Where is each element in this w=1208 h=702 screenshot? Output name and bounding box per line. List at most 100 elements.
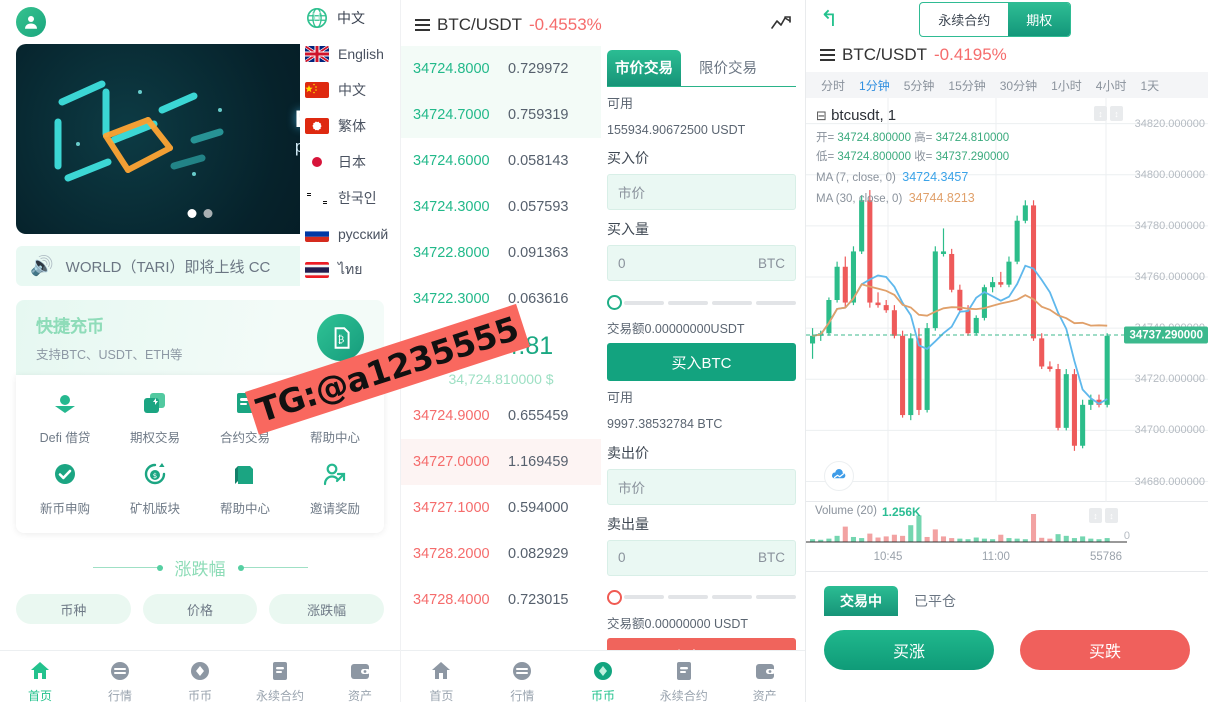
price-tick: 34820.000000 <box>1134 117 1205 130</box>
slider-knob[interactable] <box>607 589 622 605</box>
rank-col-symbol[interactable]: 币种 <box>16 594 131 624</box>
language-menu[interactable]: 中文 English 中文 繁体 日本 한국인 русский ไทย <box>300 0 400 300</box>
exchange-header: BTC/USDT -0.4553% <box>401 6 805 44</box>
candlestick-chart[interactable]: ⊟ btcusdt, 1 开= 34724.800000 高= 34724.81… <box>806 98 1208 502</box>
buy-down-button[interactable]: 买跌 <box>1020 630 1190 670</box>
period-timeline[interactable]: 分时 <box>814 77 852 94</box>
buy-amount-slider[interactable] <box>607 295 796 311</box>
segment-perpetual[interactable]: 永续合约 <box>920 3 1008 36</box>
nav-coin[interactable]: 币币 <box>160 659 240 702</box>
tab-market-order[interactable]: 市价交易 <box>607 50 681 86</box>
sell-amount-input[interactable]: 0 BTC <box>607 539 796 576</box>
slider-track[interactable] <box>624 300 796 305</box>
sell-amount-label: 卖出量 <box>607 515 649 532</box>
feature-mining[interactable]: $ 矿机版块 <box>110 460 200 517</box>
order-book-row[interactable]: 34727.1000 0.594000 <box>401 485 601 531</box>
nav-market[interactable]: 行情 <box>80 659 160 702</box>
nav-coin[interactable]: 币币 <box>563 659 644 702</box>
volume-value: 1.256K <box>882 505 921 519</box>
language-item-korean[interactable]: 한국인 <box>300 180 400 216</box>
order-book-row[interactable]: 34727.0000 1.169459 <box>401 439 601 485</box>
buy-amount-value: 0 <box>618 255 626 271</box>
slider-track[interactable] <box>624 595 796 599</box>
period-1m[interactable]: 1分钟 <box>852 77 897 94</box>
language-current[interactable]: 中文 <box>300 0 400 36</box>
slider-knob[interactable] <box>607 295 622 311</box>
collapse-icon[interactable]: ⊟ <box>816 108 827 123</box>
feature-new-coin[interactable]: 新币申购 <box>20 460 110 517</box>
feature-invite-reward[interactable]: 邀请奖励 <box>290 460 380 517</box>
sell-price-input[interactable]: 市价 <box>607 468 796 505</box>
rank-col-price[interactable]: 价格 <box>142 594 258 624</box>
order-book-row[interactable]: 34724.6000 0.058143 <box>401 138 601 184</box>
segment-options[interactable]: 期权 <box>1008 2 1071 36</box>
legend-high: 34724.810000 <box>935 131 1010 144</box>
avatar[interactable] <box>16 7 46 37</box>
order-book-row[interactable]: 34724.8000 0.729972 <box>401 46 601 92</box>
order-book-row[interactable]: 34724.3000 0.057593 <box>401 184 601 230</box>
order-book-row[interactable]: 34728.2000 0.082929 <box>401 531 601 577</box>
tab-limit-order[interactable]: 限价交易 <box>691 50 765 86</box>
bid-qty: 0.057593 <box>508 199 569 215</box>
feature-label: 帮助中心 <box>219 502 270 516</box>
buy-up-button[interactable]: 买涨 <box>824 630 994 670</box>
buy-price-input[interactable]: 市价 <box>607 174 796 211</box>
trade-form: 市价交易 限价交易 可用 155934.90672500 USDT 买入价 市价… <box>601 50 805 676</box>
period-5m[interactable]: 5分钟 <box>897 77 942 94</box>
banner-dot-1[interactable] <box>187 209 197 218</box>
nav-label: 永续合约 <box>659 689 708 702</box>
buy-price-value: 市价 <box>618 186 645 202</box>
feature-help-center[interactable]: 帮助中心 <box>200 460 290 517</box>
order-book-row[interactable]: 34728.4000 0.723015 <box>401 577 601 623</box>
period-1h[interactable]: 1小时 <box>1044 77 1089 94</box>
volume-scale-buttons[interactable]: ↕ ↕ <box>1089 508 1118 523</box>
back-arrow-icon[interactable]: ↰ <box>820 8 838 30</box>
buy-amount-input[interactable]: 0 BTC <box>607 245 796 282</box>
exchange-pair[interactable]: BTC/USDT <box>437 15 522 35</box>
menu-icon[interactable] <box>820 49 835 61</box>
rank-col-change[interactable]: 涨跌幅 <box>269 594 385 624</box>
scale-up-icon[interactable]: ↕ <box>1089 508 1102 523</box>
period-15m[interactable]: 15分钟 <box>941 77 992 94</box>
nav-assets[interactable]: 资产 <box>320 659 400 702</box>
price-axis[interactable]: 34820.000000 34800.000000 34780.000000 3476… <box>1116 98 1208 501</box>
buy-button[interactable]: 买入BTC <box>607 343 796 382</box>
bid-price: 34722.3000 <box>413 291 490 307</box>
language-item-thai[interactable]: ไทย <box>300 252 400 288</box>
cloud-indicator-button[interactable] <box>824 461 854 491</box>
order-book-row[interactable]: 34722.8000 0.091363 <box>401 230 601 276</box>
language-item-traditional[interactable]: 繁体 <box>300 108 400 144</box>
trend-chart-icon[interactable] <box>771 15 791 36</box>
order-book-row[interactable]: 34724.7000 0.759319 <box>401 92 601 138</box>
nav-contract[interactable]: 永续合约 <box>240 659 320 702</box>
nav-contract[interactable]: 永续合约 <box>643 659 724 702</box>
menu-icon[interactable] <box>415 19 430 31</box>
language-item-english[interactable]: English <box>300 36 400 72</box>
nav-home[interactable]: 首页 <box>0 659 80 702</box>
sell-amount-slider[interactable] <box>607 589 796 605</box>
home-panel: Efficient professional 🔊 WORLD（TARI）即将上线… <box>0 0 400 702</box>
nav-market[interactable]: 行情 <box>482 659 563 702</box>
help-center-icon <box>230 460 260 490</box>
period-1d[interactable]: 1天 <box>1133 77 1166 94</box>
scale-down-icon[interactable]: ↕ <box>1105 508 1118 523</box>
feature-options-trade[interactable]: 期权交易 <box>110 389 200 446</box>
nav-assets[interactable]: 资产 <box>724 659 805 702</box>
time-axis[interactable]: 10:45 11:00 55786 <box>806 548 1208 572</box>
period-30m[interactable]: 30分钟 <box>993 77 1044 94</box>
tab-closed-positions[interactable]: 已平仓 <box>914 591 956 611</box>
banner-dots[interactable] <box>187 209 213 218</box>
period-4h[interactable]: 4小时 <box>1089 77 1134 94</box>
language-item-japanese[interactable]: 日本 <box>300 144 400 180</box>
nav-home[interactable]: 首页 <box>401 659 482 702</box>
order-book-row[interactable]: 34724.9000 0.655459 <box>401 393 601 439</box>
banner-dot-2[interactable] <box>203 209 213 218</box>
ask-price: 34727.1000 <box>413 500 490 516</box>
scale-up-icon[interactable]: ↕ <box>1094 106 1107 121</box>
language-item-russian[interactable]: русский <box>300 216 400 252</box>
chart-pair[interactable]: BTC/USDT <box>842 45 927 65</box>
feature-defi-loan[interactable]: Defi 借贷 <box>20 389 110 446</box>
language-item-chinese[interactable]: 中文 <box>300 72 400 108</box>
volume-zero-tick: 0 <box>1123 530 1130 542</box>
tab-open-positions[interactable]: 交易中 <box>824 586 898 616</box>
